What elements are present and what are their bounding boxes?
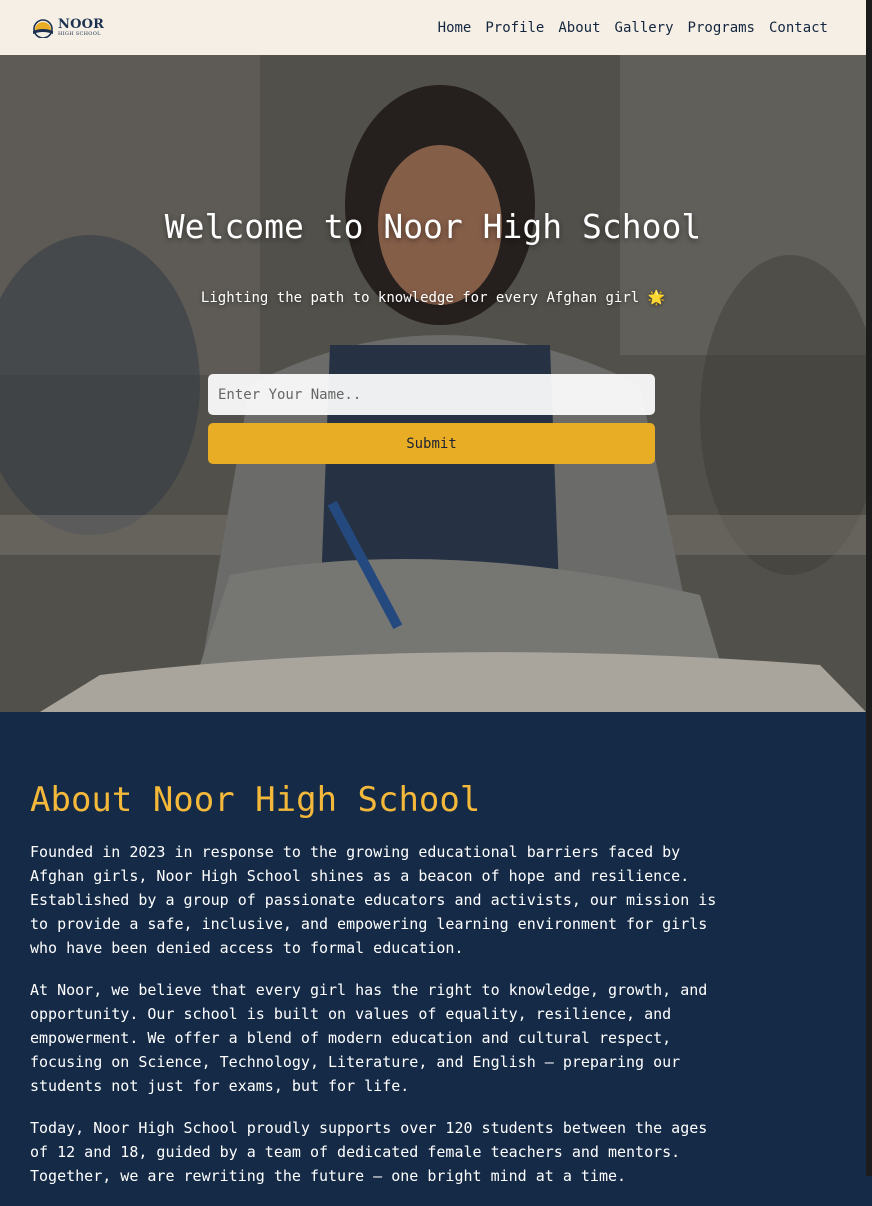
nav-link-home[interactable]: Home <box>438 20 472 36</box>
about-paragraph: Today, Noor High School proudly supports… <box>30 1119 708 1185</box>
hero-subtitle: Lighting the path to knowledge for every… <box>200 290 666 306</box>
sunrise-logo-icon <box>33 18 53 38</box>
nav-link-about[interactable]: About <box>558 20 600 36</box>
submit-button[interactable]: Submit <box>208 423 655 464</box>
about-paragraph: Founded in 2023 in response to the growi… <box>30 843 717 957</box>
navbar: NOOR HIGH SCHOOL Home Profile About Gall… <box>0 0 866 55</box>
nav-link-contact[interactable]: Contact <box>769 20 828 36</box>
about-body: Founded in 2023 in response to the growi… <box>30 840 720 1206</box>
about-paragraph: At Noor, we believe that every girl has … <box>30 981 708 1095</box>
logo-name: NOOR <box>58 17 105 32</box>
hero-title: Welcome to Noor High School <box>164 207 702 246</box>
nav-link-gallery[interactable]: Gallery <box>615 20 674 36</box>
logo-tagline: HIGH SCHOOL <box>58 31 101 37</box>
name-input[interactable] <box>208 374 655 415</box>
school-logo[interactable]: NOOR HIGH SCHOOL <box>30 18 104 38</box>
nav-link-profile[interactable]: Profile <box>485 20 544 36</box>
about-title: About Noor High School <box>30 780 481 820</box>
about-section: About Noor High School Founded in 2023 i… <box>0 712 866 1185</box>
page-scrollbar[interactable] <box>866 0 872 1176</box>
nav-links: Home Profile About Gallery Programs Cont… <box>438 20 828 36</box>
nav-link-programs[interactable]: Programs <box>688 20 755 36</box>
hero-section: Welcome to Noor High School Lighting the… <box>0 55 866 712</box>
